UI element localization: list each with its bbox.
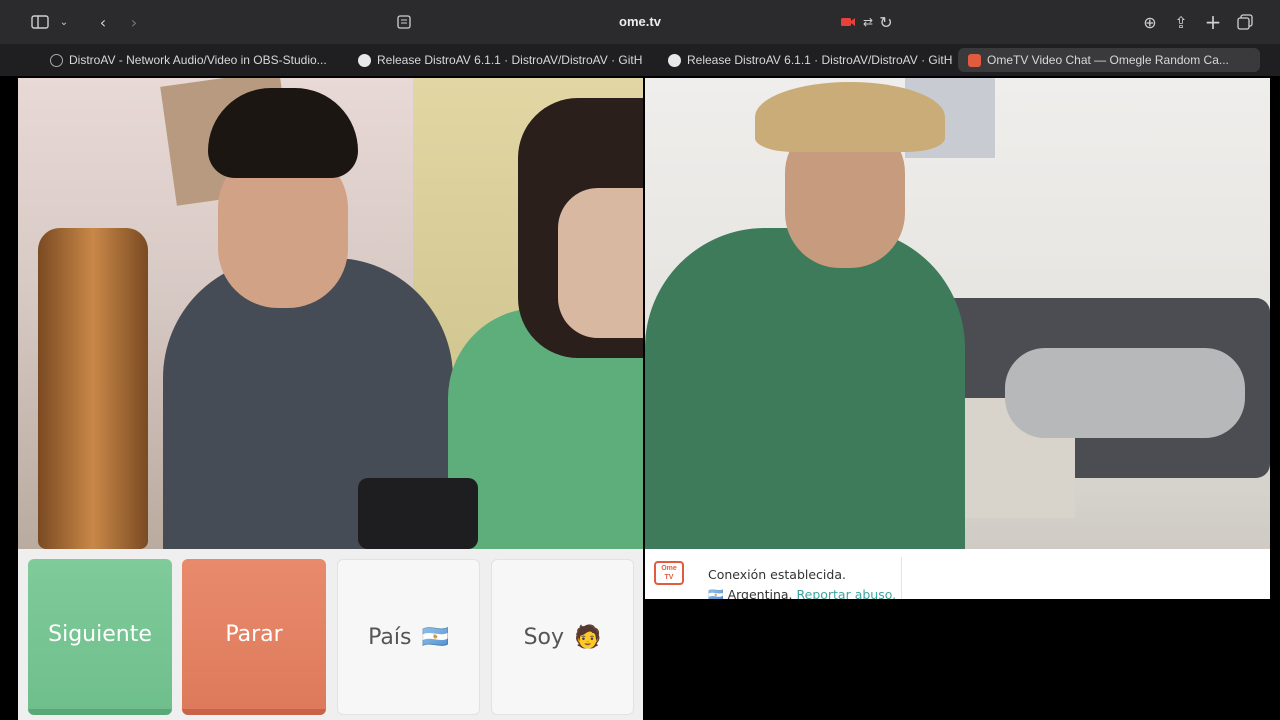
- argentina-flag-icon: 🇦🇷: [421, 624, 449, 650]
- stop-button[interactable]: Parar: [182, 559, 326, 715]
- address-bar[interactable]: ome.tv: [0, 14, 1280, 29]
- globe-icon: [50, 53, 63, 67]
- ometv-logo: Ome TV: [654, 561, 684, 585]
- chat-panel: Ome TV Conexión establecida. 🇦🇷 Argentin…: [645, 549, 1270, 599]
- github-icon: [358, 53, 371, 67]
- second-person-face: [558, 188, 643, 338]
- person-icon: 🧑: [574, 624, 602, 650]
- partner-info: 🇦🇷 Argentina. Reportar abuso.: [708, 587, 896, 599]
- thermos: [38, 228, 148, 549]
- tab-title: OmeTV Video Chat — Omegle Random Ca...: [987, 53, 1229, 67]
- tabs-overview-icon[interactable]: [1235, 12, 1255, 32]
- plus-icon[interactable]: +: [1203, 10, 1223, 34]
- connection-status: Conexión establecida.: [708, 567, 846, 582]
- tab-distroav-obs[interactable]: DistroAV - Network Audio/Video in OBS-St…: [50, 48, 330, 72]
- tab-bar: DistroAV - Network Audio/Video in OBS-St…: [0, 44, 1280, 76]
- chat-divider: [901, 557, 902, 599]
- tab-github-release-1[interactable]: Release DistroAV 6.1.1 · DistroAV/Distro…: [358, 48, 643, 72]
- tab-github-release-2[interactable]: Release DistroAV 6.1.1 · DistroAV/Distro…: [668, 48, 953, 72]
- camera-recording-icon[interactable]: [838, 12, 858, 32]
- remote-video: [645, 78, 1270, 549]
- country-select-button[interactable]: País 🇦🇷: [337, 559, 480, 715]
- tab-ometv[interactable]: OmeTV Video Chat — Omegle Random Ca...: [958, 48, 1260, 72]
- tab-title: Release DistroAV 6.1.1 · DistroAV/Distro…: [687, 53, 953, 67]
- person-hair: [208, 88, 358, 178]
- download-icon[interactable]: ⊕: [1140, 12, 1160, 32]
- next-button[interactable]: Siguiente: [28, 559, 172, 715]
- translate-icon[interactable]: ⇄: [858, 12, 878, 32]
- tab-title: Release DistroAV 6.1.1 · DistroAV/Distro…: [377, 53, 643, 67]
- gender-select-button[interactable]: Soy 🧑: [491, 559, 634, 715]
- control-panel: Siguiente Parar País 🇦🇷 Soy 🧑: [18, 549, 643, 720]
- next-label: Siguiente: [48, 621, 152, 647]
- reload-icon[interactable]: ↻: [876, 12, 896, 32]
- browser-toolbar: ⌄ ‹ › ome.tv ⇄ ↻ ⊕ ⇪ +: [0, 0, 1280, 44]
- local-video: [18, 78, 643, 549]
- gender-label: Soy: [523, 624, 565, 650]
- country-label: País: [368, 624, 412, 650]
- person-shirt: [645, 228, 965, 549]
- ometv-favicon-icon: [968, 53, 981, 67]
- tab-title: DistroAV - Network Audio/Video in OBS-St…: [69, 53, 327, 67]
- report-abuse-link[interactable]: Reportar abuso.: [797, 587, 897, 599]
- straw-hat: [755, 82, 945, 152]
- argentina-flag-icon: 🇦🇷: [708, 587, 724, 599]
- stop-label: Parar: [225, 621, 283, 647]
- share-icon[interactable]: ⇪: [1171, 12, 1191, 32]
- mate-cup: [358, 478, 478, 549]
- partner-country: Argentina.: [727, 587, 793, 599]
- lying-person: [1005, 348, 1245, 438]
- github-icon: [668, 53, 681, 67]
